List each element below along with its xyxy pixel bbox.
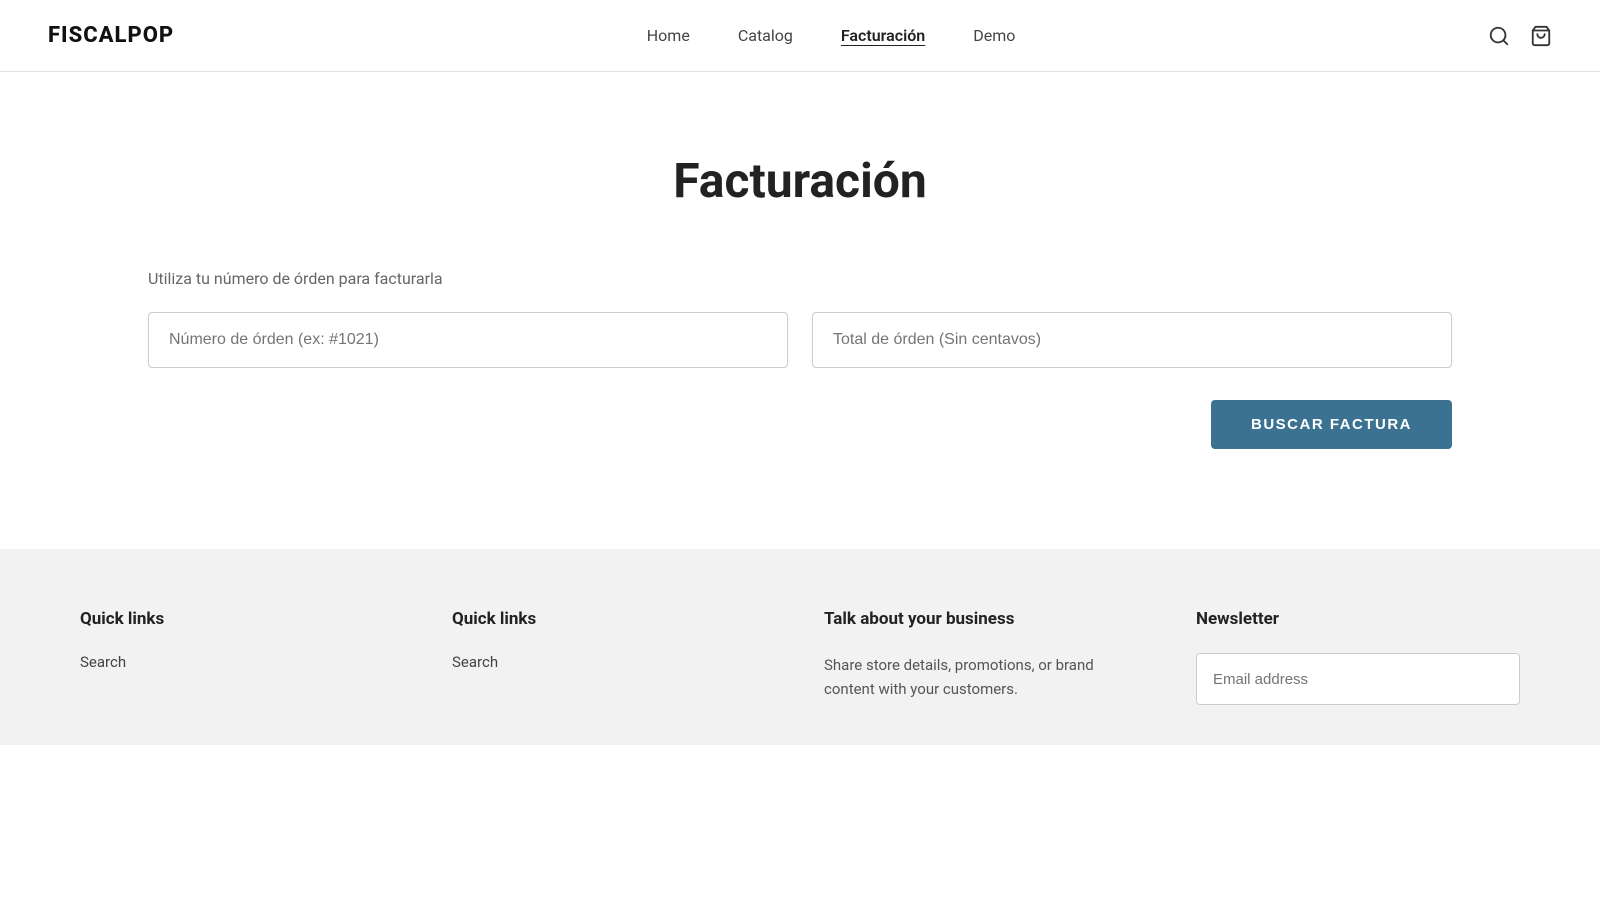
footer-col-4: Newsletter bbox=[1196, 609, 1520, 705]
nav-facturacion[interactable]: Facturación bbox=[841, 26, 925, 45]
page-title: Facturación bbox=[148, 152, 1452, 209]
footer-col-2-title: Quick links bbox=[452, 609, 776, 629]
search-button[interactable] bbox=[1488, 25, 1510, 47]
footer-col-1: Quick links Search bbox=[80, 609, 404, 705]
footer-col-3-body: Share store details, promotions, or bran… bbox=[824, 653, 1148, 701]
main-nav: Home Catalog Facturación Demo bbox=[647, 26, 1016, 45]
cart-button[interactable] bbox=[1530, 25, 1552, 47]
main-content: Facturación Utiliza tu número de órden p… bbox=[100, 72, 1500, 549]
newsletter-email-input[interactable] bbox=[1196, 653, 1520, 705]
footer-col-4-title: Newsletter bbox=[1196, 609, 1520, 629]
nav-demo[interactable]: Demo bbox=[973, 26, 1015, 45]
footer-col-2: Quick links Search bbox=[452, 609, 776, 705]
search-icon bbox=[1488, 25, 1510, 47]
cart-icon bbox=[1530, 25, 1552, 47]
footer-col-1-search-link[interactable]: Search bbox=[80, 653, 404, 671]
nav-catalog[interactable]: Catalog bbox=[738, 26, 793, 45]
form-description: Utiliza tu número de órden para facturar… bbox=[148, 269, 1452, 288]
footer-col-1-title: Quick links bbox=[80, 609, 404, 629]
header-icons bbox=[1488, 25, 1552, 47]
form-inputs-row bbox=[148, 312, 1452, 368]
buscar-factura-button[interactable]: BUSCAR FACTURA bbox=[1211, 400, 1452, 449]
nav-home[interactable]: Home bbox=[647, 26, 690, 45]
site-header: FISCALPOP Home Catalog Facturación Demo bbox=[0, 0, 1600, 72]
footer-col-2-search-link[interactable]: Search bbox=[452, 653, 776, 671]
orden-number-input[interactable] bbox=[148, 312, 788, 368]
orden-total-input[interactable] bbox=[812, 312, 1452, 368]
footer-col-3: Talk about your business Share store det… bbox=[824, 609, 1148, 705]
form-actions: BUSCAR FACTURA bbox=[148, 400, 1452, 449]
footer-grid: Quick links Search Quick links Search Ta… bbox=[80, 609, 1520, 705]
site-footer: Quick links Search Quick links Search Ta… bbox=[0, 549, 1600, 745]
footer-col-3-title: Talk about your business bbox=[824, 609, 1148, 629]
logo: FISCALPOP bbox=[48, 23, 174, 48]
